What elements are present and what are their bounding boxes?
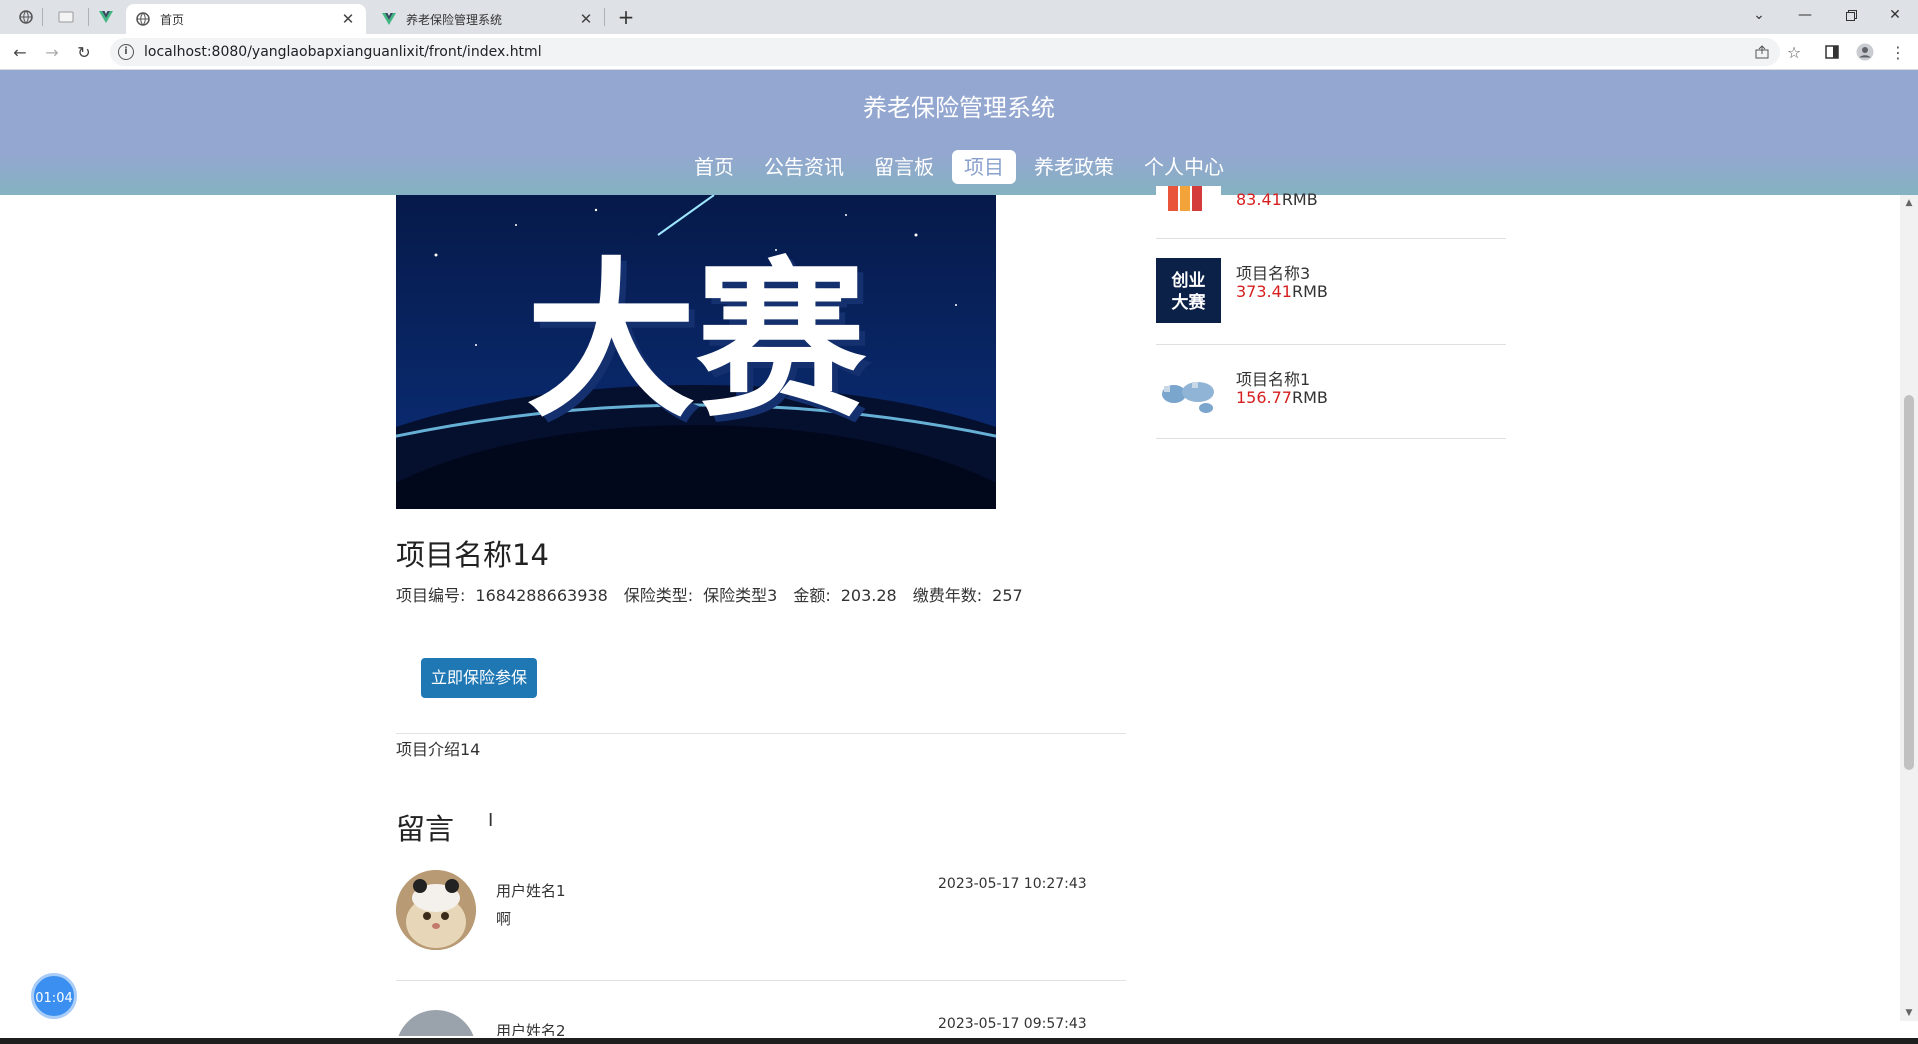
timer-badge[interactable]: 01:04 bbox=[31, 973, 77, 1019]
sidebar-divider bbox=[1156, 238, 1506, 239]
sidebar-product-name: 项目名称3 bbox=[1236, 264, 1311, 283]
section-divider bbox=[396, 733, 1126, 734]
browser-tab-strip: 首页 ✕ 养老保险管理系统 ✕ + ⌄ — ✕ bbox=[0, 0, 1918, 34]
text-cursor-icon: I bbox=[488, 810, 494, 831]
product-meta: 项目编号: 1684288663938 保险类型: 保险类型3 金额: 203.28 … bbox=[396, 582, 1023, 606]
url-text: localhost:8080/yanglaobapxianguanlixit/f… bbox=[144, 44, 542, 60]
sidebar-divider bbox=[1156, 438, 1506, 439]
side-panel-icon[interactable] bbox=[1820, 40, 1844, 64]
tab-title: 养老保险管理系统 bbox=[406, 12, 503, 27]
startup-contest-thumb: 创业 大赛 bbox=[1156, 258, 1221, 323]
svg-text:创业: 创业 bbox=[1171, 270, 1206, 291]
enroll-insurance-button[interactable]: 立即保险参保 bbox=[421, 658, 537, 698]
comment-user: 用户姓名1 bbox=[496, 882, 566, 900]
address-bar: ← → ↻ i localhost:8080/yanglaobapxiangua… bbox=[0, 34, 1918, 70]
comments-title: 留言 bbox=[396, 812, 455, 846]
pinned-tab-blank-icon[interactable] bbox=[55, 6, 77, 28]
tab-title: 首页 bbox=[160, 12, 185, 27]
menu-kebab-icon[interactable]: ⋮ bbox=[1886, 40, 1910, 64]
pinned-tab-vue-icon[interactable] bbox=[95, 6, 117, 28]
close-window-icon[interactable]: ✕ bbox=[1872, 0, 1918, 30]
nav-user-center[interactable]: 个人中心 bbox=[1132, 150, 1236, 184]
banner-text: 大赛 bbox=[526, 243, 867, 441]
product-intro: 项目介绍14 bbox=[396, 740, 481, 759]
profile-icon[interactable] bbox=[1853, 40, 1877, 64]
scroll-down-icon[interactable]: ▼ bbox=[1900, 1005, 1918, 1021]
nav-news[interactable]: 公告资讯 bbox=[752, 150, 856, 184]
comment-divider bbox=[396, 980, 1126, 981]
meta-project-no: 项目编号: 1684288663938 bbox=[396, 586, 608, 605]
close-tab-icon[interactable]: ✕ bbox=[578, 11, 594, 27]
chart-thumb-icon bbox=[1156, 186, 1221, 211]
nav-projects[interactable]: 项目 bbox=[952, 150, 1016, 184]
sidebar-product-item[interactable]: 项目名称1 156.77RMB bbox=[1156, 364, 1506, 434]
url-field[interactable]: i localhost:8080/yanglaobapxianguanlixit… bbox=[110, 38, 1780, 66]
new-tab-button[interactable]: + bbox=[614, 6, 638, 28]
sidebar-product-price: 156.77RMB bbox=[1236, 388, 1328, 407]
tab-home[interactable]: 首页 ✕ bbox=[126, 4, 366, 34]
sidebar-product-price: 373.41RMB bbox=[1236, 282, 1328, 301]
sidebar-product-price: 83.41RMB bbox=[1236, 190, 1318, 209]
taskbar-edge bbox=[0, 1038, 1918, 1044]
reload-icon[interactable]: ↻ bbox=[72, 40, 96, 64]
product-banner-image: 大赛 大赛 bbox=[396, 195, 996, 509]
svg-text:大赛: 大赛 bbox=[1172, 292, 1207, 313]
sidebar-product-item[interactable]: 83.41RMB bbox=[1156, 186, 1506, 216]
nav-message-board[interactable]: 留言板 bbox=[862, 150, 946, 184]
avatar bbox=[396, 1010, 476, 1036]
comment-time: 2023-05-17 10:27:43 bbox=[938, 876, 1087, 892]
restore-icon[interactable] bbox=[1828, 0, 1874, 30]
minimize-icon[interactable]: — bbox=[1782, 0, 1828, 30]
close-tab-icon[interactable]: ✕ bbox=[340, 11, 356, 27]
back-icon[interactable]: ← bbox=[8, 40, 32, 64]
tab-separator bbox=[604, 8, 605, 26]
bookmark-star-icon[interactable]: ☆ bbox=[1782, 40, 1806, 64]
comment-text: 啊 bbox=[496, 910, 512, 928]
world-map-thumb bbox=[1156, 364, 1221, 429]
tab-separator bbox=[42, 8, 43, 26]
nav-pension-policy[interactable]: 养老政策 bbox=[1022, 150, 1126, 184]
forward-icon[interactable]: → bbox=[40, 40, 64, 64]
meta-insurance-type: 保险类型: 保险类型3 bbox=[623, 586, 778, 605]
share-icon[interactable] bbox=[1750, 40, 1774, 64]
meta-amount: 金额: 203.28 bbox=[793, 586, 897, 605]
comment-item: 用户姓名2 2023-05-17 09:57:43 bbox=[396, 1010, 1126, 1036]
page-scrollbar[interactable]: ▲ ▼ bbox=[1900, 195, 1918, 1021]
comment-user: 用户姓名2 bbox=[496, 1022, 566, 1036]
globe-icon bbox=[136, 12, 150, 26]
pinned-tab-globe-icon[interactable] bbox=[15, 6, 37, 28]
comment-time: 2023-05-17 09:57:43 bbox=[938, 1016, 1087, 1032]
tab-separator bbox=[88, 8, 89, 26]
tab-search-chevron-icon[interactable]: ⌄ bbox=[1736, 0, 1782, 30]
tab-system[interactable]: 养老保险管理系统 ✕ bbox=[372, 4, 604, 34]
site-title: 养老保险管理系统 bbox=[863, 94, 1055, 122]
product-title: 项目名称14 bbox=[396, 538, 549, 572]
scrollbar-thumb[interactable] bbox=[1904, 395, 1914, 770]
avatar bbox=[396, 870, 476, 950]
meta-pay-years: 缴费年数: 257 bbox=[912, 586, 1023, 605]
main-nav: 首页 公告资讯 留言板 项目 养老政策 个人中心 bbox=[0, 150, 1918, 184]
site-header: 养老保险管理系统 首页 公告资讯 留言板 项目 养老政策 个人中心 bbox=[0, 70, 1918, 195]
site-info-icon[interactable]: i bbox=[118, 44, 134, 60]
sidebar-product-item[interactable]: 创业 大赛 项目名称3 373.41RMB bbox=[1156, 258, 1506, 328]
scroll-up-icon[interactable]: ▲ bbox=[1900, 195, 1918, 211]
sidebar-divider bbox=[1156, 344, 1506, 345]
vue-icon bbox=[382, 12, 396, 26]
sidebar-product-name: 项目名称1 bbox=[1236, 370, 1311, 389]
nav-home[interactable]: 首页 bbox=[682, 150, 746, 184]
comment-item: 用户姓名1 啊 2023-05-17 10:27:43 bbox=[396, 870, 1126, 982]
